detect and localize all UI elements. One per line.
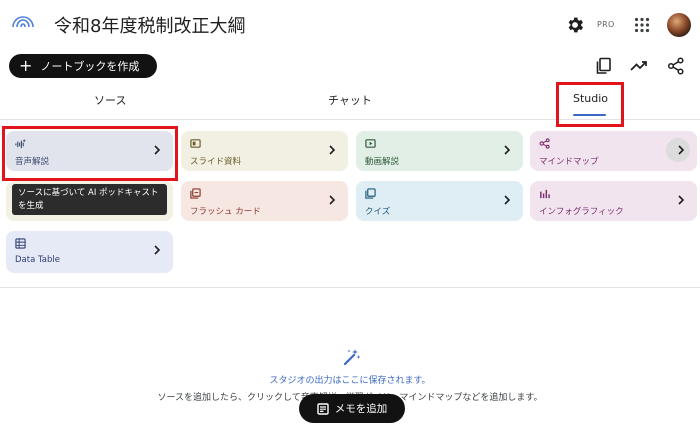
add-memo-button[interactable]: メモを追加 xyxy=(299,394,405,423)
studio-card-6[interactable]: フラッシュ カード xyxy=(181,181,348,221)
studio-card-label: スライド資料 xyxy=(190,157,242,167)
tab-sources[interactable]: ソース xyxy=(94,92,126,108)
gear-icon[interactable] xyxy=(565,15,585,35)
studio-card-label: マインドマップ xyxy=(539,157,599,167)
pro-badge: PRO xyxy=(597,20,615,29)
apps-grid-icon[interactable] xyxy=(634,17,650,33)
studio-card-label: 動画解説 xyxy=(365,157,400,167)
create-notebook-button[interactable]: + ノートブックを作成 xyxy=(9,54,157,78)
magic-wand-icon xyxy=(343,349,361,366)
chevron-right-icon[interactable] xyxy=(675,143,687,157)
tab-chat[interactable]: チャット xyxy=(328,92,372,108)
highlight-box-studio-tab xyxy=(556,82,624,127)
chevron-right-icon[interactable] xyxy=(501,143,513,157)
chevron-right-icon[interactable] xyxy=(326,143,338,157)
chevron-right-icon[interactable] xyxy=(326,193,338,207)
top-bar: 令和8年度税制改正大綱 PRO xyxy=(0,0,700,50)
studio-card-9[interactable]: Data Table xyxy=(6,231,173,273)
studio-card-4[interactable]: マインドマップ xyxy=(530,131,697,171)
chevron-right-icon[interactable] xyxy=(501,193,513,207)
highlight-box-audio-card xyxy=(2,126,178,181)
copy-icon[interactable] xyxy=(595,57,613,75)
flashcard-icon xyxy=(190,188,201,199)
studio-card-7[interactable]: クイズ xyxy=(356,181,523,221)
infographic-icon xyxy=(540,189,550,199)
tooltip: ソースに基づいて AI ポッドキャストを生成 xyxy=(12,184,167,215)
notebook-title[interactable]: 令和8年度税制改正大綱 xyxy=(54,12,245,38)
studio-card-label: Data Table xyxy=(15,255,60,265)
studio-card-label: クイズ xyxy=(365,207,391,217)
chevron-right-icon[interactable] xyxy=(675,193,687,207)
studio-card-3[interactable]: 動画解説 xyxy=(356,131,523,171)
table-icon xyxy=(15,238,26,249)
section-divider xyxy=(0,287,700,288)
video-icon xyxy=(365,139,376,148)
note-icon xyxy=(317,402,329,415)
studio-card-8[interactable]: インフォグラフィック xyxy=(530,181,697,221)
studio-card-label: フラッシュ カード xyxy=(190,207,261,217)
share-icon[interactable] xyxy=(667,57,685,75)
mindmap-icon xyxy=(539,138,550,149)
slides-icon xyxy=(190,139,201,148)
empty-state-title: スタジオの出力はここに保存されます。 xyxy=(269,376,431,386)
notebooklm-logo-icon[interactable] xyxy=(12,14,34,28)
studio-card-label: インフォグラフィック xyxy=(539,207,624,217)
analytics-icon[interactable] xyxy=(630,57,648,75)
chevron-right-icon[interactable] xyxy=(151,243,163,257)
add-memo-label: メモを追加 xyxy=(334,403,388,415)
create-notebook-label: ノートブックを作成 xyxy=(40,60,140,73)
avatar[interactable] xyxy=(667,13,691,37)
plus-icon: + xyxy=(19,56,33,75)
quiz-icon xyxy=(365,188,376,199)
studio-card-2[interactable]: スライド資料 xyxy=(181,131,348,171)
